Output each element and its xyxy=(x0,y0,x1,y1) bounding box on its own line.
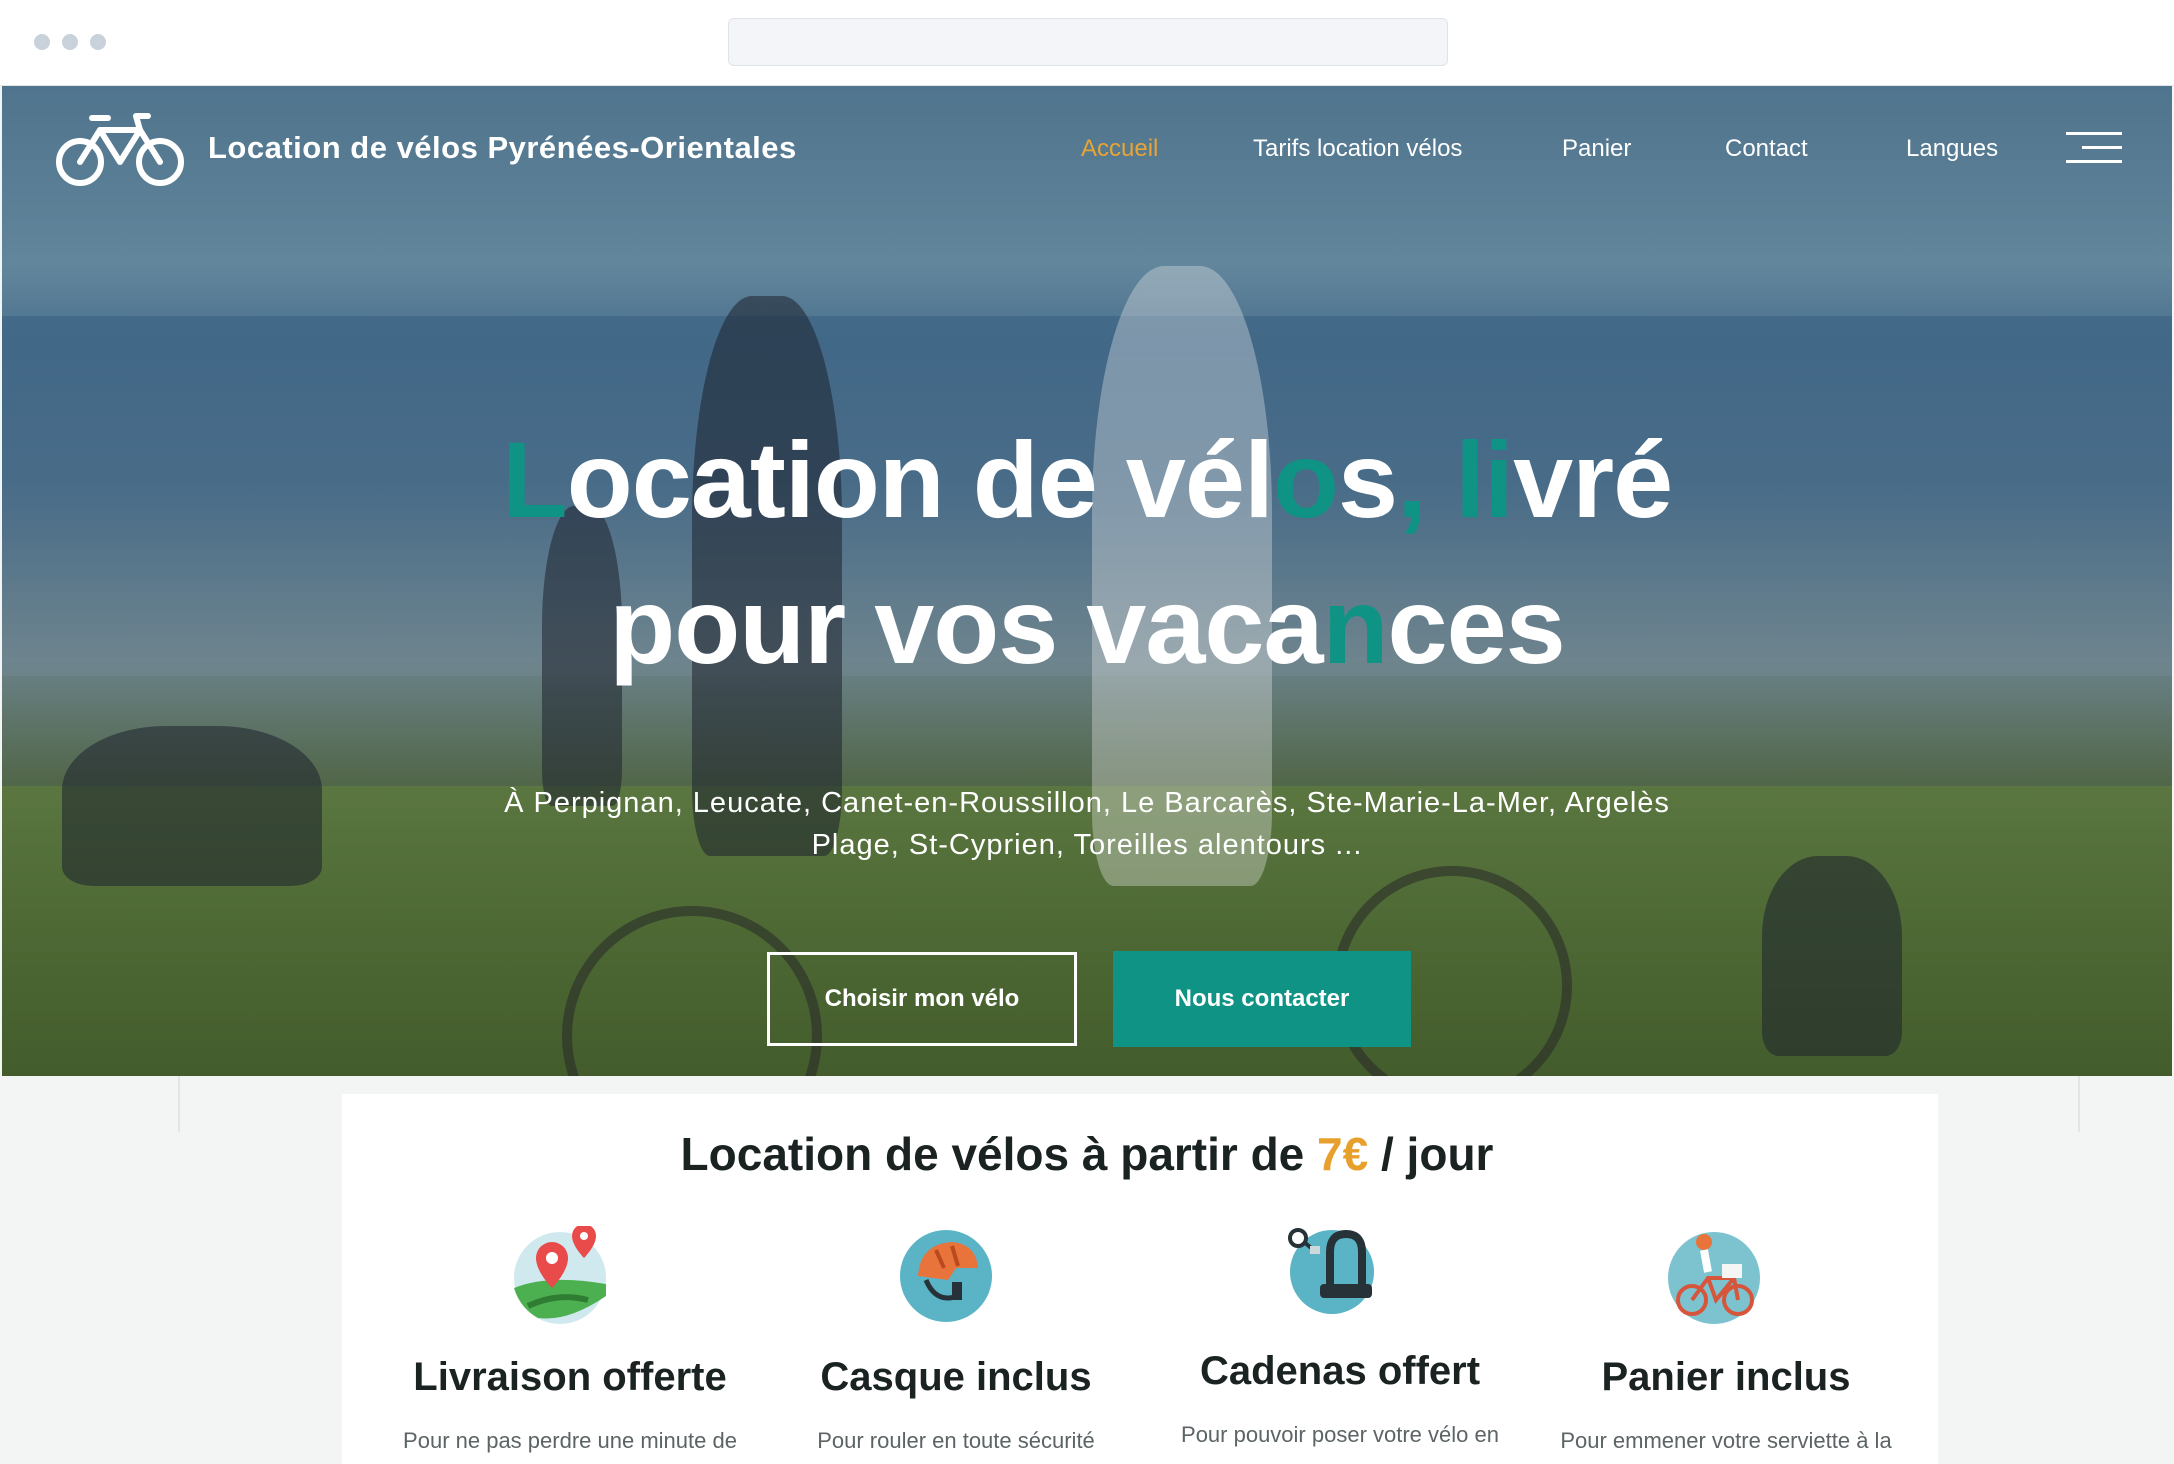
browser-chrome xyxy=(0,0,2174,86)
feature-title-lock: Cadenas offert xyxy=(1199,1349,1481,1393)
hero-person-sitting xyxy=(1762,856,1902,1056)
divider xyxy=(178,1076,180,1132)
hero-title-line1: Location de vélos, livré xyxy=(501,419,1673,540)
contact-us-button[interactable]: Nous contacter xyxy=(1113,951,1411,1047)
pricing-heading: Location de vélos à partir de 7€ / jour xyxy=(680,1128,1494,1180)
feature-text-lock: Pour pouvoir poser votre vélo en xyxy=(1181,1422,1499,1447)
nav-item-contact[interactable]: Contact xyxy=(1725,134,1808,164)
map-pin-icon xyxy=(508,1224,608,1326)
site-title[interactable]: Location de vélos Pyrénées-Orientales xyxy=(202,128,829,168)
feature-text-helmet: Pour rouler en toute sécurité xyxy=(817,1428,1095,1453)
choose-bike-button[interactable]: Choisir mon vélo xyxy=(767,952,1077,1046)
nav-item-panier[interactable]: Panier xyxy=(1562,134,1631,164)
divider xyxy=(2078,1076,2080,1132)
hero-people-sitting xyxy=(62,726,322,886)
feature-text-delivery: Pour ne pas perdre une minute de xyxy=(403,1428,737,1453)
hamburger-menu-icon[interactable] xyxy=(2066,130,2122,166)
address-bar[interactable] xyxy=(728,18,1448,66)
hero-title-line2: pour vos vacances xyxy=(609,565,1566,686)
window-dot-close[interactable] xyxy=(34,34,50,50)
basket-bike-icon xyxy=(1664,1228,1764,1328)
feature-text-basket: Pour emmener votre serviette à la xyxy=(1560,1428,1892,1453)
nav-item-tarifs[interactable]: Tarifs location vélos xyxy=(1253,134,1462,164)
feature-title-delivery: Livraison offerte xyxy=(413,1355,727,1399)
bicycle-icon[interactable] xyxy=(56,108,184,188)
lock-icon xyxy=(1280,1222,1380,1322)
window-dot-minimize[interactable] xyxy=(62,34,78,50)
window-dot-maximize[interactable] xyxy=(90,34,106,50)
helmet-icon xyxy=(896,1224,996,1324)
nav-item-accueil[interactable]: Accueil xyxy=(1081,134,1158,164)
hero-subtitle: À Perpignan, Leucate, Canet-en-Roussillo… xyxy=(504,787,1670,861)
feature-title-basket: Panier inclus xyxy=(1601,1355,1851,1399)
nav-item-langues[interactable]: Langues xyxy=(1906,134,1998,164)
feature-title-helmet: Casque inclus xyxy=(820,1355,1092,1399)
